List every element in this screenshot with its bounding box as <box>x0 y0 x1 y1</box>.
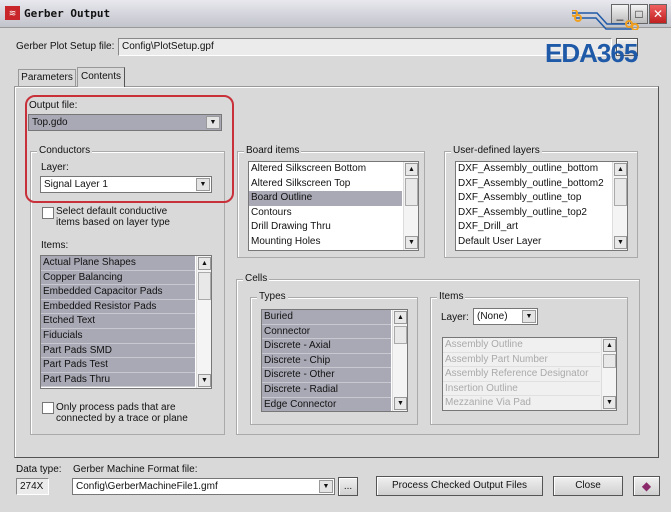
scroll-up-icon[interactable]: ▲ <box>614 163 627 176</box>
scroll-up-icon[interactable]: ▲ <box>394 311 407 324</box>
app-icon: ≋ <box>5 6 20 20</box>
cell-items-list[interactable]: Assembly Outline Assembly Part Number Asse… <box>442 337 617 411</box>
list-item[interactable]: Connector <box>262 324 391 340</box>
chevron-down-icon: ▼ <box>319 480 333 493</box>
list-item[interactable]: Fiducials <box>41 328 195 344</box>
list-item[interactable]: Buried <box>262 310 391 325</box>
cell-layer-combo[interactable]: (None) ▼ <box>473 308 538 325</box>
plot-setup-label: Gerber Plot Setup file: <box>16 41 115 52</box>
list-item[interactable]: DXF_Assembly_outline_top2 <box>456 206 611 221</box>
only-process-checkbox[interactable] <box>42 402 54 414</box>
list-item[interactable]: Mounting Holes <box>249 235 402 250</box>
scroll-thumb[interactable] <box>614 178 627 206</box>
data-type-value: 274X <box>16 478 49 495</box>
scroll-thumb[interactable] <box>405 178 418 206</box>
only-process-label: Only process pads that are connected by … <box>56 402 188 424</box>
help-book-icon[interactable]: ◆ <box>633 476 660 496</box>
title-bar: ≋ Gerber Output _ □ ✕ <box>0 0 671 28</box>
watermark-logo: EDA365 <box>545 38 638 68</box>
list-item[interactable]: Actual Plane Shapes <box>41 256 195 271</box>
list-item[interactable]: Etched Text <box>41 314 195 329</box>
scroll-up-icon[interactable]: ▲ <box>405 163 418 176</box>
items-label: Items: <box>41 240 69 251</box>
cells-title: Cells <box>243 273 270 284</box>
list-item[interactable]: DXF_Assembly_outline_bottom <box>456 162 611 177</box>
list-item[interactable]: Drill Drawing Thru <box>249 220 402 235</box>
cell-types-list[interactable]: Buried Connector Discrete - Axial Discrete … <box>261 309 408 412</box>
board-items-title: Board items <box>244 145 302 156</box>
scrollbar[interactable]: ▲ ▼ <box>601 338 616 410</box>
list-item[interactable]: Copper Balancing <box>41 270 195 286</box>
data-type-label: Data type: <box>16 464 62 475</box>
cell-layer-label: Layer: <box>441 312 469 323</box>
scroll-down-icon[interactable]: ▼ <box>405 236 418 249</box>
scroll-up-icon[interactable]: ▲ <box>603 339 616 352</box>
scroll-thumb[interactable] <box>394 326 407 344</box>
list-item[interactable]: Altered Silkscreen Bottom <box>249 162 402 177</box>
machine-file-value: Config\GerberMachineFile1.gmf <box>76 481 218 492</box>
close-button[interactable]: Close <box>553 476 623 496</box>
conductor-items-list[interactable]: Actual Plane Shapes Copper Balancing Embed… <box>40 255 212 389</box>
list-item[interactable]: Default User Layer <box>456 235 611 250</box>
list-item[interactable]: Discrete - Chip <box>262 353 391 369</box>
window-title: Gerber Output <box>24 7 111 20</box>
board-items-list[interactable]: Altered Silkscreen Bottom Altered Silkscr… <box>248 161 419 251</box>
list-item[interactable]: DXF_Drill_art <box>456 220 611 235</box>
list-item[interactable]: Assembly Part Number <box>443 352 600 368</box>
plot-setup-input[interactable]: Config\PlotSetup.gpf <box>118 38 612 56</box>
select-default-checkbox[interactable] <box>42 207 54 219</box>
list-item[interactable]: DXF_Assembly_outline_bottom2 <box>456 177 611 192</box>
list-item[interactable]: Discrete - Radial <box>262 382 391 398</box>
list-item[interactable]: Edge Connector <box>262 397 391 411</box>
scrollbar[interactable]: ▲ ▼ <box>612 162 627 250</box>
list-item[interactable]: Part Pads Test <box>41 358 195 373</box>
process-button[interactable]: Process Checked Output Files <box>376 476 543 496</box>
list-item[interactable]: Embedded Capacitor Pads <box>41 285 195 300</box>
scrollbar[interactable]: ▲ ▼ <box>392 310 407 411</box>
list-item[interactable]: Board Outline <box>249 191 402 206</box>
list-item[interactable]: Part Pads Thru <box>41 372 195 388</box>
machine-file-label: Gerber Machine Format file: <box>73 464 198 475</box>
select-default-label: Select default conductive items based on… <box>56 206 170 228</box>
cell-layer-value: (None) <box>477 311 508 322</box>
scroll-down-icon[interactable]: ▼ <box>394 397 407 410</box>
tab-contents[interactable]: Contents <box>77 67 125 87</box>
scrollbar[interactable]: ▲ ▼ <box>403 162 418 250</box>
list-item[interactable]: Altered Silkscreen Top <box>249 177 402 192</box>
scroll-up-icon[interactable]: ▲ <box>198 257 211 270</box>
cell-types-title: Types <box>257 291 288 302</box>
list-item[interactable]: Assembly Reference Designator <box>443 367 600 382</box>
list-item[interactable]: Discrete - Other <box>262 368 391 383</box>
cell-items-title: Items <box>437 291 466 302</box>
scroll-thumb[interactable] <box>198 272 211 300</box>
list-item[interactable]: Part Pads SMD <box>41 343 195 359</box>
list-item[interactable]: Embedded Resistor Pads <box>41 299 195 315</box>
scrollbar[interactable]: ▲ ▼ <box>196 256 211 388</box>
chevron-down-icon: ▼ <box>522 310 536 323</box>
scroll-down-icon[interactable]: ▼ <box>603 396 616 409</box>
list-item[interactable]: Contours <box>249 206 402 221</box>
list-item[interactable]: Assembly Outline <box>443 338 600 353</box>
browse-button[interactable]: ... <box>338 477 358 496</box>
scroll-down-icon[interactable]: ▼ <box>198 374 211 387</box>
list-item[interactable]: DXF_Assembly_outline_top <box>456 191 611 206</box>
machine-file-combo[interactable]: Config\GerberMachineFile1.gmf ▼ <box>72 478 335 495</box>
list-item[interactable]: Insertion Outline <box>443 381 600 397</box>
scroll-down-icon[interactable]: ▼ <box>614 236 627 249</box>
user-layers-title: User-defined layers <box>451 145 542 156</box>
list-item[interactable]: Mezzanine Via Pad <box>443 396 600 410</box>
highlight-ring <box>25 95 234 203</box>
scroll-thumb[interactable] <box>603 354 616 368</box>
watermark-circuit-icon <box>570 9 662 31</box>
tab-parameters[interactable]: Parameters <box>18 69 76 86</box>
user-layers-list[interactable]: DXF_Assembly_outline_bottom DXF_Assembly_… <box>455 161 628 251</box>
list-item[interactable]: Discrete - Axial <box>262 339 391 354</box>
